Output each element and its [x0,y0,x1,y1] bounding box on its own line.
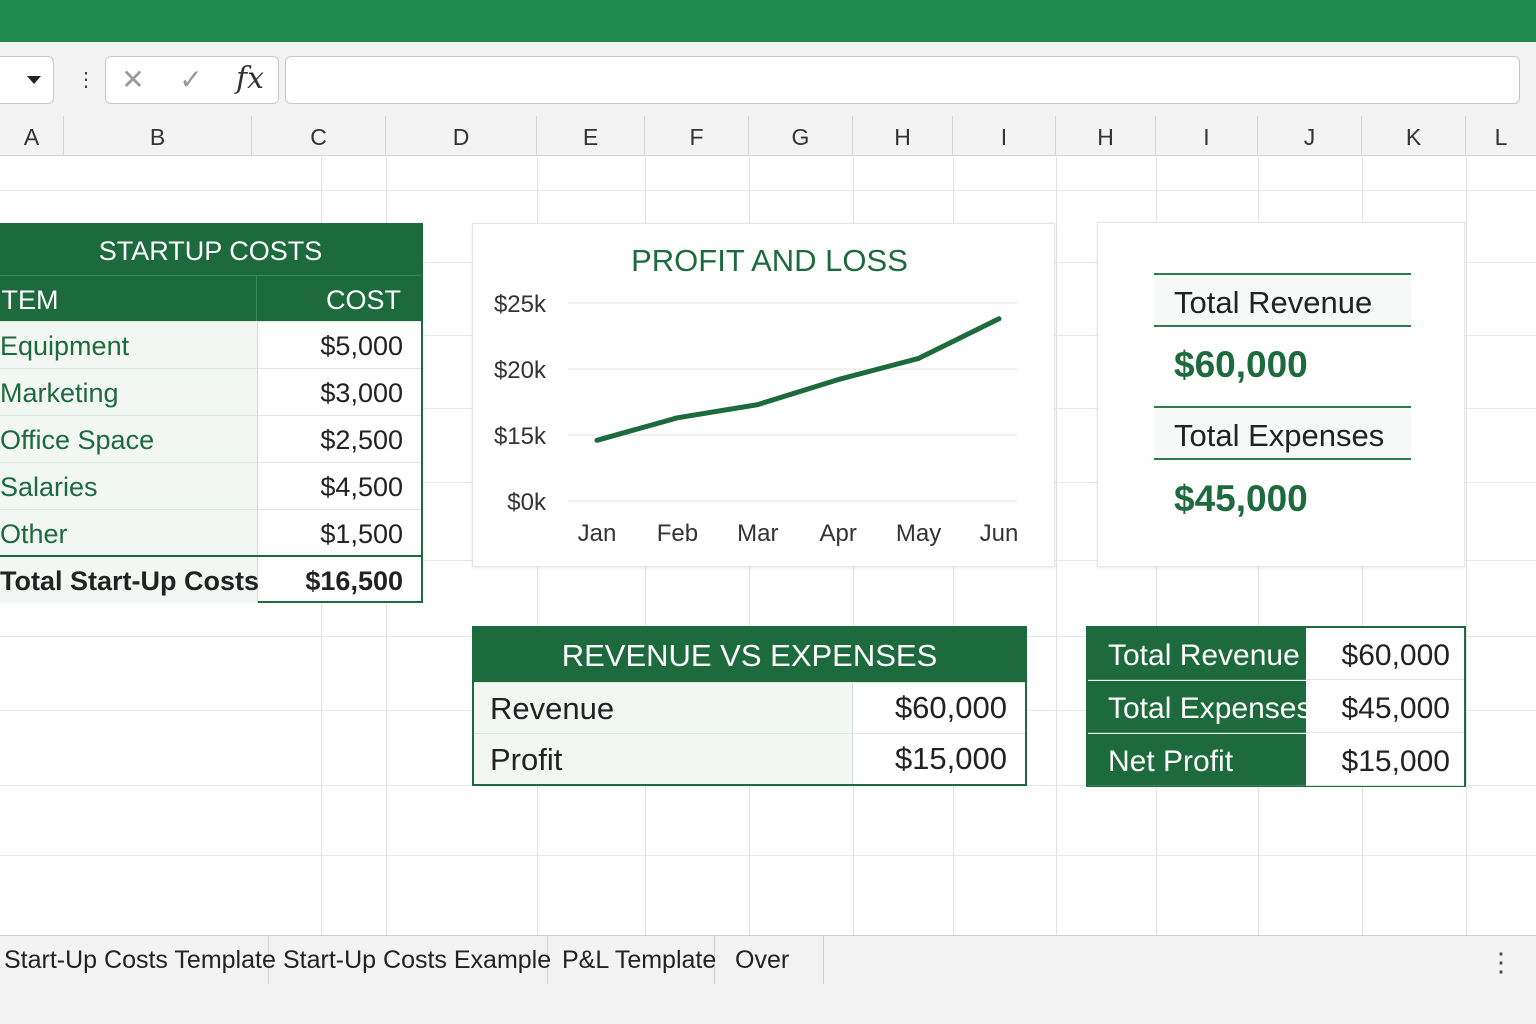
total-expenses-label: Total Expenses [1154,406,1411,460]
chevron-down-icon[interactable] [27,76,41,84]
column-header[interactable]: L [1466,116,1536,156]
cost-cell[interactable]: $3,000 [258,369,421,415]
column-header[interactable]: H [853,116,953,156]
column-header[interactable]: J [1258,116,1362,156]
value-cell[interactable]: $15,000 [854,734,1025,784]
label-cell[interactable]: Total Revenue [1088,628,1306,680]
x-tick-label: Apr [820,520,857,547]
column-header[interactable]: B [64,116,252,156]
table-row: Marketing $3,000 [0,368,421,416]
total-expenses-value: $45,000 [1174,478,1308,519]
table-row: Revenue $60,000 [474,682,1025,733]
sheet-tab[interactable]: P&L Template [548,936,716,984]
x-tick-label: May [896,520,941,547]
grid-line [0,855,1536,856]
y-tick-label: $15k [494,423,547,450]
column-header[interactable]: I [953,116,1056,156]
y-tick-label: $20k [494,357,547,384]
table-row: Equipment $5,000 [0,321,421,369]
close-icon[interactable]: ✕ [118,64,148,96]
total-revenue-value: $60,000 [1174,344,1308,385]
column-header[interactable]: A [0,116,64,156]
item-cell[interactable]: Equipment [0,322,258,368]
column-header[interactable]: C [252,116,386,156]
label-cell[interactable]: Net Profit [1088,734,1306,786]
column-header[interactable]: I [1156,116,1258,156]
item-cell[interactable]: Marketing [0,369,258,415]
label-cell[interactable]: Revenue [474,683,853,733]
item-column-header[interactable]: ITEM [0,276,256,322]
startup-costs-header: ITEM COST [0,275,421,322]
more-vertical-icon[interactable]: ⋮ [76,68,96,92]
series-line[interactable] [594,316,1002,443]
check-icon[interactable]: ✓ [174,64,208,96]
title-bar [0,0,1536,42]
column-header[interactable]: H [1056,116,1156,156]
y-tick-label: $0k [507,489,547,516]
status-bar [0,986,1536,1024]
column-header[interactable]: E [537,116,645,156]
cost-cell[interactable]: $5,000 [258,322,421,368]
insert-function-icon[interactable]: fx [230,60,270,98]
sheet-tab[interactable]: Start-Up Costs Example [269,936,551,984]
item-cell[interactable]: Other [0,510,258,556]
total-row: Total Start-Up Costs $16,500 [0,555,421,603]
item-cell[interactable]: Office Space [0,416,258,462]
table-row: Total Expenses $45,000 [1088,681,1464,733]
chart-plot[interactable]: $25k $20k $15k $0k Jan Feb Mar Apr May Jun [472,223,1055,567]
column-header[interactable]: K [1362,116,1466,156]
cost-cell[interactable]: $2,500 [258,416,421,462]
column-header[interactable]: D [386,116,537,156]
table-row: Net Profit $15,000 [1088,734,1464,786]
summary-table: Total Revenue $60,000 Total Expenses $45… [1086,626,1466,787]
x-tick-label: Mar [737,520,778,547]
x-tick-label: Jun [980,520,1019,547]
x-tick-label: Jan [578,520,617,547]
revenue-vs-expenses-table: REVENUE VS EXPENSES Revenue $60,000 Prof… [472,626,1027,786]
value-cell[interactable]: $60,000 [854,683,1025,733]
y-tick-label: $25k [494,291,547,318]
more-vertical-icon[interactable]: ⋮ [1488,944,1514,980]
grid-line [1466,157,1467,935]
revenue-vs-expenses-title: REVENUE VS EXPENSES [474,628,1025,682]
sheet-tab[interactable]: Over [715,936,824,984]
value-cell[interactable]: $45,000 [1306,681,1464,733]
startup-costs-table: STARTUP COSTS ITEM COST Equipment $5,000… [0,223,423,603]
startup-costs-title: STARTUP COSTS [0,225,421,275]
value-cell[interactable]: $15,000 [1306,734,1464,786]
table-row: Office Space $2,500 [0,415,421,463]
column-header[interactable]: F [645,116,749,156]
value-cell[interactable]: $60,000 [1306,628,1464,680]
total-label-cell[interactable]: Total Start-Up Costs [0,557,259,603]
table-row: Profit $15,000 [474,733,1025,784]
cost-column-header[interactable]: COST [256,276,421,322]
table-row: Salaries $4,500 [0,462,421,510]
formula-input[interactable] [285,56,1520,104]
x-tick-label: Feb [657,520,698,547]
table-row: Other $1,500 [0,509,421,557]
total-revenue-label: Total Revenue [1154,273,1411,327]
sheet-tab[interactable]: Start-Up Costs Template [0,936,276,984]
column-header[interactable]: G [749,116,853,156]
label-cell[interactable]: Total Expenses [1088,681,1311,733]
cost-cell[interactable]: $1,500 [258,510,421,556]
table-row: Total Revenue $60,000 [1088,628,1464,680]
grid-line [0,190,1536,191]
item-cell[interactable]: Salaries [0,463,258,509]
total-value-cell[interactable]: $16,500 [258,557,421,603]
cost-cell[interactable]: $4,500 [258,463,421,509]
label-cell[interactable]: Profit [474,734,853,784]
